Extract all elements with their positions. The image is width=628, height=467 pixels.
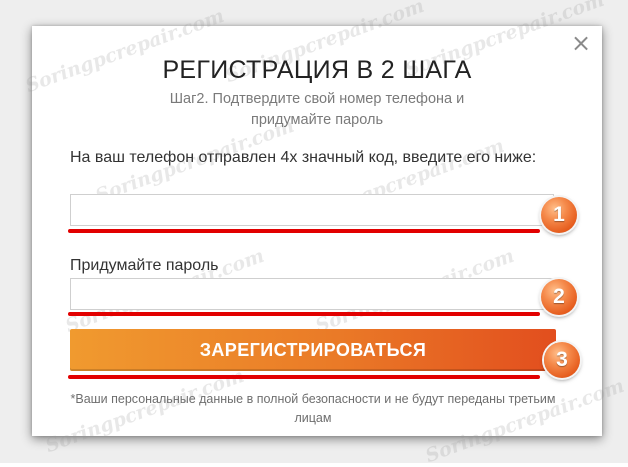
- screenshot-stage: Soringpcrepair.com Soringpcrepair.com So…: [0, 0, 628, 467]
- register-button[interactable]: ЗАРЕГИСТРИРОВАТЬСЯ: [70, 329, 556, 371]
- code-field-label: На ваш телефон отправлен 4х значный код,…: [70, 149, 537, 166]
- password-field-label: Придумайте пароль: [70, 257, 219, 274]
- privacy-note: *Ваши персональные данные в полной безоп…: [70, 392, 556, 425]
- close-icon[interactable]: ×: [570, 31, 592, 55]
- code-input[interactable]: [70, 194, 554, 226]
- password-input[interactable]: [70, 278, 554, 310]
- step-badge-1: 1: [541, 197, 577, 233]
- step-badge-3: 3: [544, 342, 580, 378]
- highlight-underline-1: [68, 229, 540, 233]
- modal-title: РЕГИСТРАЦИЯ В 2 ШАГА: [162, 56, 472, 84]
- modal-subtitle: Шаг2. Подтвердите свой номер телефона и …: [169, 91, 465, 128]
- step-badge-2: 2: [541, 279, 577, 315]
- highlight-underline-2: [68, 312, 540, 316]
- highlight-underline-3: [68, 375, 540, 379]
